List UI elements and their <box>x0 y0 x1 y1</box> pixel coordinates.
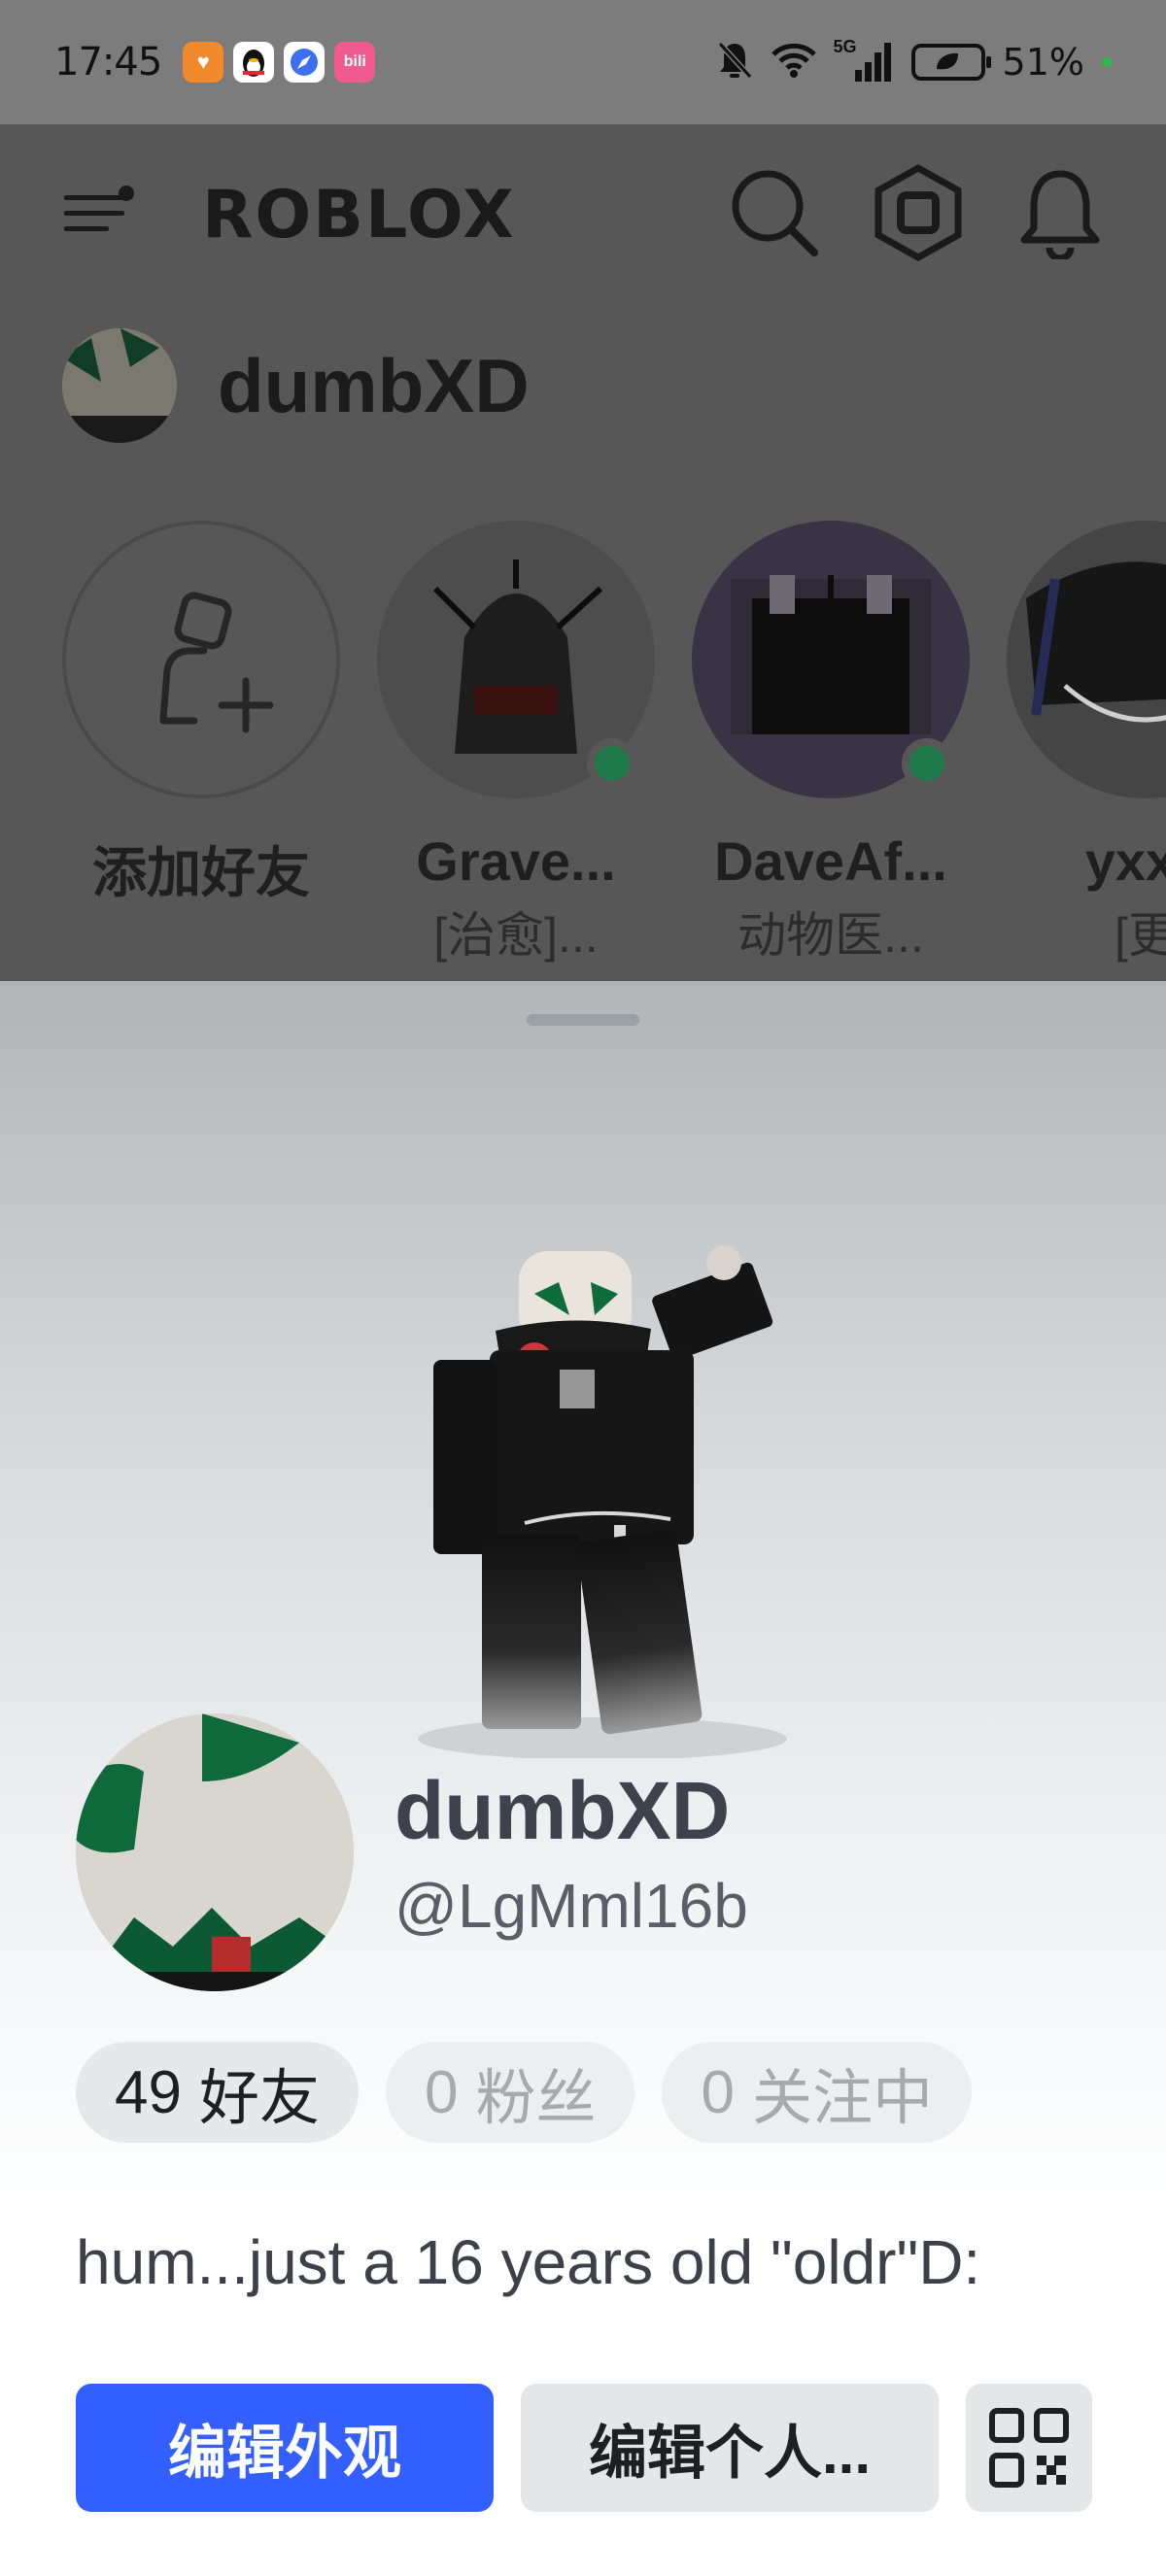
edit-avatar-button[interactable]: 编辑外观 <box>76 2384 494 2512</box>
charging-indicator <box>1102 57 1112 67</box>
notification-app-icons: ♥ bili <box>183 42 376 83</box>
current-user-row[interactable]: dumbXD <box>62 328 530 443</box>
profile-display-name: dumbXD <box>394 1764 731 1856</box>
bilibili-icon: bili <box>334 42 376 83</box>
status-right: 5G 51% <box>715 37 1112 85</box>
profile-stats: 49 好友 0 粉丝 0 关注中 <box>76 2042 972 2143</box>
following-label: 关注中 <box>751 2065 933 2132</box>
online-indicator <box>587 738 637 789</box>
status-bar: 17:45 ♥ bili 5G 51% <box>0 0 1166 124</box>
user-display-name: dumbXD <box>218 342 530 428</box>
friends-label: 好友 <box>198 2065 320 2132</box>
battery-icon <box>910 44 991 81</box>
friends-count: 49 <box>115 2058 182 2126</box>
following-count-chip[interactable]: 0 关注中 <box>662 2042 972 2143</box>
cellular-signal-icon: 5G <box>834 37 894 84</box>
avatar-3d-preview[interactable] <box>389 1214 816 1760</box>
friend-avatar <box>377 521 655 798</box>
avatar <box>62 328 177 443</box>
profile-username: @LgMml16b <box>394 1870 748 1941</box>
top-navigation: ROBLOX <box>0 124 1166 305</box>
heart-app-icon: ♥ <box>183 42 224 83</box>
sheet-drag-handle[interactable] <box>527 1014 639 1026</box>
friend-status: [治愈]... <box>433 908 599 963</box>
profile-actions: 编辑外观 编辑个人... <box>76 2384 1092 2512</box>
profile-avatar[interactable] <box>76 1713 354 1991</box>
friend-avatar <box>1007 521 1166 798</box>
qr-code-icon <box>989 2408 1069 2488</box>
battery-percent: 51% <box>1002 41 1084 84</box>
followers-count-chip[interactable]: 0 粉丝 <box>385 2042 635 2143</box>
friends-carousel: 添加好友 Grave... [治愈]... DaveAf... 动物医... y… <box>62 521 1166 966</box>
notification-bell-icon[interactable] <box>1016 166 1104 264</box>
compass-app-icon <box>284 42 326 83</box>
friend-status: [更 <box>1115 908 1166 963</box>
home-screen-background: ROBLOX dumbXD 添加好友 Grave... [治愈]... Dave… <box>0 124 1166 981</box>
friend-name: yxx0 <box>1084 830 1166 892</box>
following-count: 0 <box>701 2058 735 2126</box>
status-time: 17:45 <box>54 40 162 85</box>
wifi-icon <box>771 43 816 83</box>
friend-name: Grave... <box>416 830 616 892</box>
qr-code-button[interactable] <box>966 2384 1092 2512</box>
menu-icon[interactable] <box>62 185 134 245</box>
friend-name: 添加好友 <box>92 842 310 903</box>
search-icon[interactable] <box>729 167 820 263</box>
friend-avatar <box>692 521 970 798</box>
add-person-icon <box>159 592 274 733</box>
robux-icon[interactable] <box>873 163 964 266</box>
mute-bell-icon <box>715 40 754 85</box>
friend-tile[interactable]: DaveAf... 动物医... <box>692 521 970 966</box>
add-friend-tile[interactable]: 添加好友 <box>62 521 340 966</box>
friend-tile[interactable]: Grave... [治愈]... <box>377 521 655 966</box>
add-friend-circle <box>62 521 340 798</box>
online-indicator <box>902 738 952 789</box>
friends-count-chip[interactable]: 49 好友 <box>76 2042 359 2143</box>
roblox-logo: ROBLOX <box>202 176 516 254</box>
profile-bio: hum...just a 16 years old "oldr"D: <box>76 2227 981 2297</box>
profile-header: dumbXD @LgMml16b <box>76 1713 748 1991</box>
qq-penguin-icon <box>233 42 275 83</box>
profile-bottom-sheet: dumbXD @LgMml16b 49 好友 0 粉丝 0 关注中 hum...… <box>0 981 1166 2576</box>
friend-status: 动物医... <box>737 908 924 963</box>
friend-name: DaveAf... <box>714 830 947 892</box>
friend-tile[interactable]: yxx0 [更 <box>1007 521 1166 966</box>
followers-label: 粉丝 <box>475 2065 597 2132</box>
followers-count: 0 <box>424 2058 459 2126</box>
edit-profile-button[interactable]: 编辑个人... <box>521 2384 939 2512</box>
